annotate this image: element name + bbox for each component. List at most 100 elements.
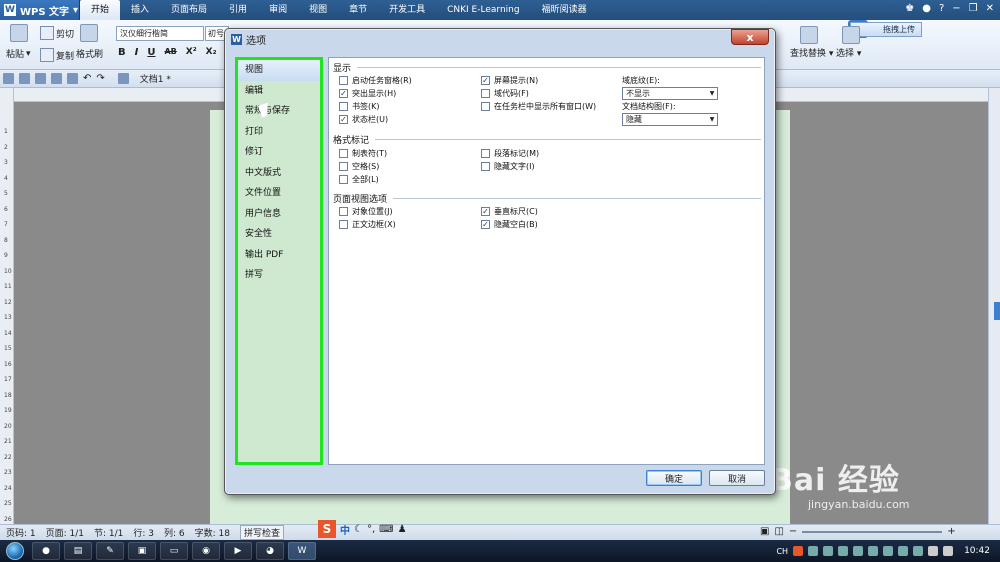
checkbox-box[interactable]: [339, 102, 348, 111]
checkbox-box[interactable]: ✓: [339, 115, 348, 124]
redo-icon[interactable]: ↷: [96, 73, 104, 84]
checkbox-box[interactable]: [481, 89, 490, 98]
select-icon[interactable]: [842, 26, 860, 44]
checkbox-all-marks[interactable]: 全部(L): [339, 174, 379, 185]
settings-icon[interactable]: ●: [922, 3, 931, 14]
checkbox-box[interactable]: [481, 162, 490, 171]
tab-cnki[interactable]: CNKI E-Learning: [436, 0, 530, 20]
close-icon[interactable]: ✕: [986, 3, 994, 14]
taskbar-wps[interactable]: W: [288, 542, 316, 560]
find-replace-icon[interactable]: [800, 26, 818, 44]
minimize-icon[interactable]: −: [952, 3, 960, 14]
tab-references[interactable]: 引用: [218, 0, 258, 20]
tab-chapter[interactable]: 章节: [338, 0, 378, 20]
tray-app-icon-3[interactable]: [853, 546, 864, 556]
checkbox-box[interactable]: [339, 76, 348, 85]
category-file-locations[interactable]: 文件位置: [238, 183, 320, 204]
checkbox-show-taskbar-windows[interactable]: 在任务栏中显示所有窗口(W): [481, 101, 596, 112]
taskbar-firefox[interactable]: ●: [32, 542, 60, 560]
wps-app-button[interactable]: W WPS 文字 ▾: [0, 0, 80, 20]
category-export-pdf[interactable]: 输出 PDF: [238, 245, 320, 266]
ok-button[interactable]: 确定: [646, 470, 702, 486]
category-print[interactable]: 打印: [238, 122, 320, 143]
document-tab[interactable]: 文档1 *: [140, 72, 171, 85]
checkbox-task-pane[interactable]: 启动任务窗格(R): [339, 75, 412, 86]
checkbox-vertical-ruler[interactable]: ✓ 垂直标尺(C): [481, 206, 538, 217]
security-tray-icon[interactable]: [808, 546, 819, 556]
start-button[interactable]: [0, 540, 30, 562]
tab-view[interactable]: 视图: [298, 0, 338, 20]
keyboard-icon[interactable]: ⌨: [379, 524, 393, 535]
checkbox-bookmark[interactable]: 书签(K): [339, 101, 380, 112]
category-view[interactable]: 视图: [238, 60, 320, 81]
undo-icon[interactable]: ↶: [83, 73, 91, 84]
upload-button[interactable]: 拖拽上传: [850, 22, 922, 37]
category-edit[interactable]: 编辑: [238, 81, 320, 102]
strikethrough-button[interactable]: AB: [164, 47, 176, 58]
paste-button[interactable]: 粘贴 ▾: [6, 47, 31, 61]
zoom-slider[interactable]: [802, 530, 943, 533]
underline-button[interactable]: U: [147, 47, 155, 58]
ime-mode[interactable]: 中: [340, 522, 350, 537]
export-icon[interactable]: [35, 73, 46, 84]
tab-foxit[interactable]: 福昕阅读器: [531, 0, 598, 20]
punctuation-icon[interactable]: °,: [367, 524, 375, 535]
save-icon[interactable]: [19, 73, 30, 84]
view-mode-icon[interactable]: ▣: [760, 526, 769, 537]
subscript-button[interactable]: X₂: [206, 47, 217, 58]
checkbox-highlight[interactable]: ✓ 突出显示(H): [339, 88, 396, 99]
cut-button[interactable]: 剪切: [40, 26, 74, 40]
tab-page-layout[interactable]: 页面布局: [160, 0, 218, 20]
moon-icon[interactable]: ☾: [354, 524, 363, 535]
checkbox-spaces[interactable]: 空格(S): [339, 161, 379, 172]
tray-app-icon-4[interactable]: [868, 546, 879, 556]
checkbox-paragraph-marks[interactable]: 段落标记(M): [481, 148, 539, 159]
copy-button[interactable]: 复制: [40, 48, 74, 62]
category-general-save[interactable]: 常规与保存: [238, 101, 320, 122]
taskbar-notes[interactable]: ▤: [64, 542, 92, 560]
superscript-button[interactable]: X²: [186, 47, 197, 58]
checkbox-box[interactable]: [339, 162, 348, 171]
print-icon[interactable]: [51, 73, 62, 84]
restore-icon[interactable]: ❐: [969, 3, 978, 14]
tray-app-icon-1[interactable]: [823, 546, 834, 556]
tray-app-icon-5[interactable]: [883, 546, 894, 556]
volume-icon[interactable]: [943, 546, 954, 556]
checkbox-field-codes[interactable]: 域代码(F): [481, 88, 529, 99]
checkbox-box[interactable]: ✓: [481, 207, 490, 216]
checkbox-box[interactable]: [339, 175, 348, 184]
category-chinese-layout[interactable]: 中文版式: [238, 163, 320, 184]
taskbar-explorer[interactable]: ✎: [96, 542, 124, 560]
checkbox-box[interactable]: [481, 149, 490, 158]
doc-map-select[interactable]: 隐藏 ▼: [622, 113, 718, 126]
language-indicator[interactable]: CH: [776, 547, 788, 556]
checkbox-tab-chars[interactable]: 制表符(T): [339, 148, 387, 159]
spell-check-button[interactable]: 拼写检查: [240, 525, 285, 540]
taskbar-folder[interactable]: ▭: [160, 542, 188, 560]
checkbox-box[interactable]: ✓: [339, 89, 348, 98]
checkbox-hide-whitespace[interactable]: ✓ 隐藏空白(B): [481, 219, 538, 230]
tab-insert[interactable]: 插入: [120, 0, 160, 20]
user-icon[interactable]: ♟: [398, 524, 407, 535]
skin-icon[interactable]: ♚: [905, 3, 914, 14]
find-replace-button[interactable]: 查找替换 ▾: [790, 46, 833, 59]
checkbox-object-anchor[interactable]: 对象位置(J): [339, 206, 393, 217]
zoom-in-button[interactable]: +: [947, 526, 955, 537]
select-button[interactable]: 选择 ▾: [836, 46, 861, 59]
open-icon[interactable]: [3, 73, 14, 84]
checkbox-screen-tips[interactable]: ✓ 屏幕提示(N): [481, 75, 538, 86]
category-revisions[interactable]: 修订: [238, 142, 320, 163]
checkbox-box[interactable]: ✓: [481, 220, 490, 229]
side-panel-toggle[interactable]: [994, 302, 1000, 320]
dialog-close-button[interactable]: x: [731, 29, 769, 45]
tray-app-icon-6[interactable]: [898, 546, 909, 556]
category-spelling[interactable]: 拼写: [238, 265, 320, 286]
checkbox-box[interactable]: [481, 102, 490, 111]
bold-button[interactable]: B: [118, 47, 126, 58]
taskbar-window[interactable]: ▣: [128, 542, 156, 560]
checkbox-box[interactable]: [339, 149, 348, 158]
taskbar-chat[interactable]: ◉: [192, 542, 220, 560]
checkbox-box[interactable]: [339, 207, 348, 216]
format-painter-icon[interactable]: [80, 24, 98, 42]
sogou-logo-icon[interactable]: S: [318, 520, 336, 538]
